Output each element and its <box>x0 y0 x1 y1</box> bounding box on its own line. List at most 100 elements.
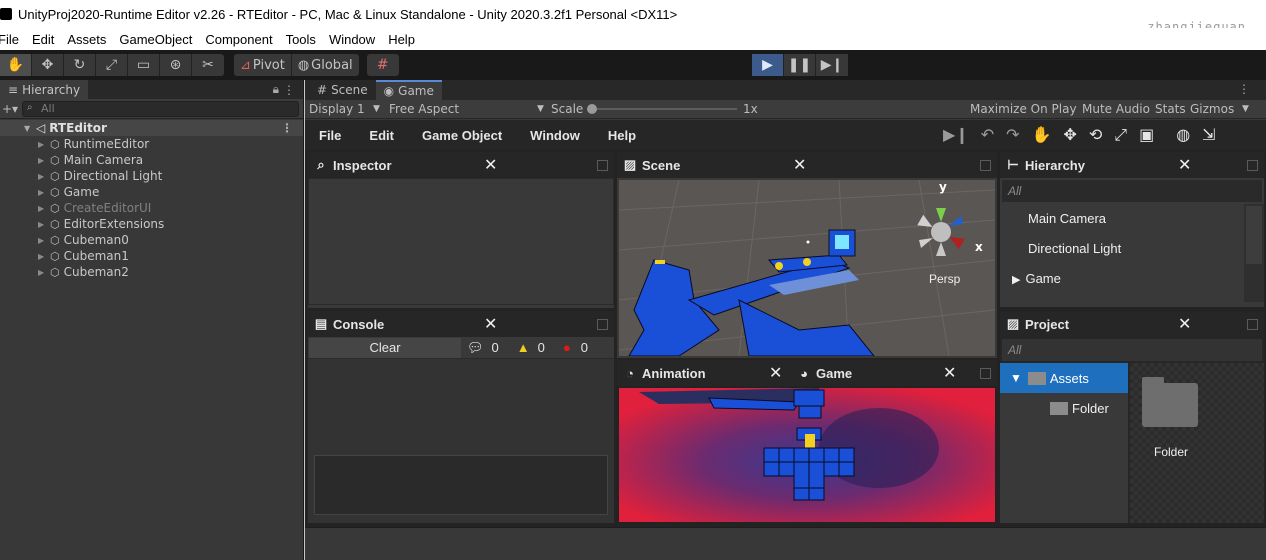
warning-icon[interactable]: ▲ <box>517 340 530 355</box>
rt-pivot-icon[interactable]: ⇲ <box>1202 125 1215 145</box>
rt-rect-icon[interactable]: ▣ <box>1139 125 1154 145</box>
hierarchy-scene-root[interactable]: ▼ ◁ RTEditor ⋮ <box>0 120 303 136</box>
hand-tool-icon[interactable]: ✋ <box>0 54 32 76</box>
rt-scale-icon[interactable]: ⤢ <box>1114 125 1127 145</box>
more-options-icon[interactable]: ⋮ <box>283 83 295 97</box>
rt-menu-gameobject[interactable]: Game Object <box>422 128 502 143</box>
maximize-icon[interactable] <box>1247 159 1258 171</box>
hierarchy-item[interactable]: ▶ ⬡ EditorExtensions <box>0 216 303 232</box>
rt-menu-window[interactable]: Window <box>530 128 580 143</box>
rect-tool-icon[interactable]: ▭ <box>128 54 160 76</box>
scene-options-icon[interactable]: ⋮ <box>281 121 293 135</box>
grid-snap-icon[interactable]: # <box>367 54 399 76</box>
hierarchy-item[interactable]: ▶ ⬡ Game <box>0 184 303 200</box>
move-tool-icon[interactable]: ✥ <box>32 54 64 76</box>
hierarchy-item[interactable]: ▶ ⬡ CreateEditorUI <box>0 200 303 216</box>
hierarchy-search-input[interactable]: ⌕ All <box>22 100 299 117</box>
menu-tools[interactable]: Tools <box>286 32 316 47</box>
maximize-on-play-toggle[interactable]: Maximize On Play <box>970 102 1077 116</box>
expand-arrow-icon[interactable]: ▶ <box>38 220 50 229</box>
rt-hierarchy-scrollbar[interactable] <box>1244 204 1264 302</box>
rt-play-icon[interactable]: ▶❙ <box>943 125 969 145</box>
scale-slider[interactable] <box>587 104 737 114</box>
rt-globe-icon[interactable]: ◍ <box>1176 125 1190 145</box>
expand-arrow-icon[interactable]: ▶ <box>38 252 50 261</box>
expand-arrow-icon[interactable]: ▶ <box>1012 274 1020 286</box>
lock-icon[interactable]: 🔒︎ <box>273 82 279 97</box>
expand-arrow-icon[interactable]: ▶ <box>38 156 50 165</box>
custom-tool-icon[interactable]: ✂ <box>192 54 224 76</box>
scrollbar-thumb[interactable] <box>1246 206 1262 264</box>
scale-slider-thumb[interactable] <box>587 104 597 114</box>
close-icon[interactable]: ✕ <box>769 363 782 383</box>
transform-tool-icon[interactable]: ⊛ <box>160 54 192 76</box>
aspect-chevron-down-icon[interactable]: ▼ <box>537 104 551 114</box>
expand-arrow-icon[interactable]: ▼ <box>1010 371 1022 385</box>
game-viewport[interactable] <box>619 388 995 522</box>
expand-arrow-icon[interactable]: ▶ <box>38 204 50 213</box>
rt-hierarchy-item[interactable]: Main Camera <box>1000 204 1264 234</box>
rt-hand-icon[interactable]: ✋ <box>1032 125 1052 145</box>
error-icon[interactable]: ● <box>563 340 571 355</box>
rt-menu-file[interactable]: File <box>319 128 341 143</box>
rt-rotate-icon[interactable]: ⟲ <box>1089 125 1102 145</box>
hierarchy-item[interactable]: ▶ ⬡ RuntimeEditor <box>0 136 303 152</box>
maximize-icon[interactable] <box>980 159 991 171</box>
rt-hierarchy-search-input[interactable]: All <box>1002 180 1262 202</box>
maximize-icon[interactable] <box>1247 318 1258 330</box>
global-toggle[interactable]: ◍ Global <box>292 54 359 76</box>
add-icon[interactable]: +▾ <box>2 102 18 116</box>
menu-help[interactable]: Help <box>388 32 415 47</box>
maximize-icon[interactable] <box>597 159 608 171</box>
rt-tab-game[interactable]: ◕ Game ✕ <box>791 360 969 386</box>
mute-audio-toggle[interactable]: Mute Audio <box>1082 102 1150 116</box>
rt-menu-edit[interactable]: Edit <box>369 128 394 143</box>
close-icon[interactable]: ✕ <box>484 155 497 175</box>
pivot-toggle[interactable]: ⊿ Pivot <box>234 54 292 76</box>
tab-options-icon[interactable]: ⋮ <box>1238 82 1250 96</box>
expand-arrow-icon[interactable]: ▶ <box>38 236 50 245</box>
maximize-icon[interactable] <box>980 367 991 379</box>
scale-tool-icon[interactable]: ⤢ <box>96 54 128 76</box>
rt-hierarchy-item-game[interactable]: ▶ Game <box>1000 264 1264 294</box>
folder-tree-assets[interactable]: ▼ Assets <box>1000 363 1128 393</box>
hierarchy-item[interactable]: ▶ ⬡ Cubeman1 <box>0 248 303 264</box>
play-button-icon[interactable]: ▶ <box>752 54 784 76</box>
maximize-icon[interactable] <box>597 318 608 330</box>
expand-arrow-icon[interactable]: ▶ <box>38 268 50 277</box>
close-icon[interactable]: ✕ <box>793 155 806 175</box>
close-icon[interactable]: ✕ <box>943 363 956 383</box>
rt-tab-animation[interactable]: ◔ Animation ✕ <box>617 360 791 386</box>
hierarchy-item[interactable]: ▶ ⬡ Cubeman0 <box>0 232 303 248</box>
info-icon[interactable]: 💬︎ <box>467 340 484 356</box>
scene-viewport[interactable]: y x Persp <box>619 180 995 356</box>
menu-assets[interactable]: Assets <box>67 32 106 47</box>
aspect-dropdown[interactable]: Free Aspect <box>389 102 537 116</box>
pause-button-icon[interactable]: ❚❚ <box>784 54 816 76</box>
hierarchy-tab[interactable]: ≡ Hierarchy <box>0 80 89 99</box>
step-button-icon[interactable]: ▶❙ <box>816 54 848 76</box>
gizmos-chevron-down-icon[interactable]: ▼ <box>1242 104 1249 114</box>
rt-hierarchy-item[interactable]: Directional Light <box>1000 234 1264 264</box>
close-icon[interactable]: ✕ <box>1178 314 1191 334</box>
menu-edit[interactable]: Edit <box>32 32 54 47</box>
rt-project-search-input[interactable]: All <box>1002 339 1262 361</box>
hierarchy-item[interactable]: ▶ ⬡ Main Camera <box>0 152 303 168</box>
hierarchy-item[interactable]: ▶ ⬡ Directional Light <box>0 168 303 184</box>
menu-gameobject[interactable]: GameObject <box>119 32 192 47</box>
menu-file[interactable]: File <box>0 32 19 47</box>
display-dropdown[interactable]: Display 1 <box>309 102 373 116</box>
tab-scene[interactable]: # Scene <box>309 80 376 100</box>
expand-arrow-icon[interactable]: ▼ <box>24 124 30 133</box>
expand-arrow-icon[interactable]: ▶ <box>38 172 50 181</box>
close-icon[interactable]: ✕ <box>1178 155 1191 175</box>
rt-redo-icon[interactable]: ↷ <box>1006 125 1019 145</box>
console-clear-button[interactable]: Clear <box>309 337 461 358</box>
display-chevron-down-icon[interactable]: ▼ <box>373 104 389 114</box>
folder-tree-folder[interactable]: Folder <box>1000 393 1128 423</box>
rt-undo-icon[interactable]: ↶ <box>981 125 994 145</box>
hierarchy-item[interactable]: ▶ ⬡ Cubeman2 <box>0 264 303 280</box>
expand-arrow-icon[interactable]: ▶ <box>38 188 50 197</box>
close-icon[interactable]: ✕ <box>484 314 497 334</box>
rotate-tool-icon[interactable]: ↻ <box>64 54 96 76</box>
